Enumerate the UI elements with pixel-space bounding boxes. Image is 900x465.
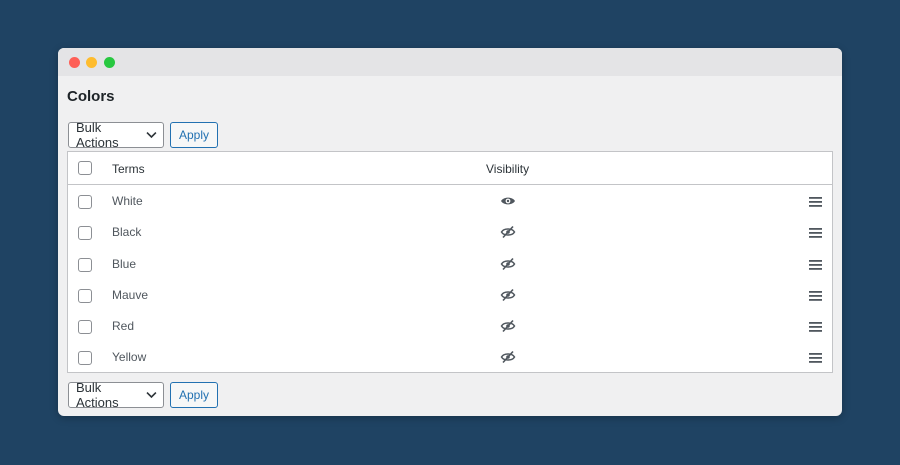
bulk-actions-selected: Bulk Actions bbox=[76, 120, 119, 150]
eye-slash-icon[interactable] bbox=[500, 288, 516, 302]
table-row: Mauve bbox=[68, 279, 832, 310]
column-header-terms[interactable]: Terms bbox=[112, 162, 145, 176]
term-name[interactable]: White bbox=[112, 194, 143, 208]
title-bar bbox=[58, 48, 842, 76]
term-name[interactable]: Black bbox=[112, 225, 141, 239]
page-title: Colors bbox=[67, 88, 115, 105]
row-checkbox[interactable] bbox=[78, 226, 92, 241]
drag-handle-icon[interactable] bbox=[809, 352, 822, 364]
table-header: Terms Visibility bbox=[68, 152, 832, 185]
chevron-down-icon bbox=[146, 131, 157, 139]
eye-slash-icon[interactable] bbox=[500, 319, 516, 333]
eye-slash-icon[interactable] bbox=[500, 225, 516, 239]
table-row: Black bbox=[68, 216, 832, 247]
close-window-button[interactable] bbox=[69, 57, 80, 68]
term-name[interactable]: Red bbox=[112, 319, 134, 333]
row-checkbox[interactable] bbox=[78, 195, 92, 209]
minimize-window-button[interactable] bbox=[86, 57, 97, 68]
term-name[interactable]: Blue bbox=[112, 257, 136, 271]
table-row: White bbox=[68, 185, 832, 216]
row-checkbox[interactable] bbox=[78, 351, 92, 366]
row-checkbox[interactable] bbox=[78, 320, 92, 335]
table-row: Red bbox=[68, 310, 832, 341]
drag-handle-icon[interactable] bbox=[809, 227, 822, 239]
maximize-window-button[interactable] bbox=[104, 57, 115, 68]
select-all-checkbox[interactable] bbox=[78, 161, 92, 175]
apply-button[interactable]: Apply bbox=[170, 382, 218, 408]
table-body: White Black Blue Mauve Red Yellow bbox=[68, 185, 832, 373]
apply-button[interactable]: Apply bbox=[170, 122, 218, 148]
row-checkbox[interactable] bbox=[78, 257, 92, 272]
eye-slash-icon[interactable] bbox=[500, 350, 516, 364]
bulk-actions-top: Bulk Actions Apply bbox=[68, 120, 218, 150]
table-row: Yellow bbox=[68, 341, 832, 372]
chevron-down-icon bbox=[146, 391, 157, 399]
term-name[interactable]: Mauve bbox=[112, 288, 148, 302]
eye-slash-icon[interactable] bbox=[500, 257, 516, 271]
drag-handle-icon[interactable] bbox=[809, 259, 822, 270]
bulk-actions-select[interactable]: Bulk Actions bbox=[68, 380, 164, 410]
row-checkbox[interactable] bbox=[78, 288, 92, 303]
column-header-visibility: Visibility bbox=[486, 162, 530, 176]
drag-handle-icon[interactable] bbox=[809, 196, 822, 207]
bulk-actions-select[interactable]: Bulk Actions bbox=[68, 120, 164, 150]
table-row: Blue bbox=[68, 248, 832, 279]
drag-handle-icon[interactable] bbox=[809, 290, 822, 301]
term-name[interactable]: Yellow bbox=[112, 350, 146, 364]
terms-table: Terms Visibility White Black Blue Mauve Red Y… bbox=[67, 151, 833, 373]
bulk-actions-selected: Bulk Actions bbox=[76, 380, 119, 410]
bulk-actions-bottom: Bulk Actions Apply bbox=[68, 380, 218, 410]
eye-icon[interactable] bbox=[500, 194, 516, 208]
drag-handle-icon[interactable] bbox=[809, 321, 822, 332]
app-window: Colors Bulk Actions Apply Terms Visibili… bbox=[58, 48, 842, 416]
